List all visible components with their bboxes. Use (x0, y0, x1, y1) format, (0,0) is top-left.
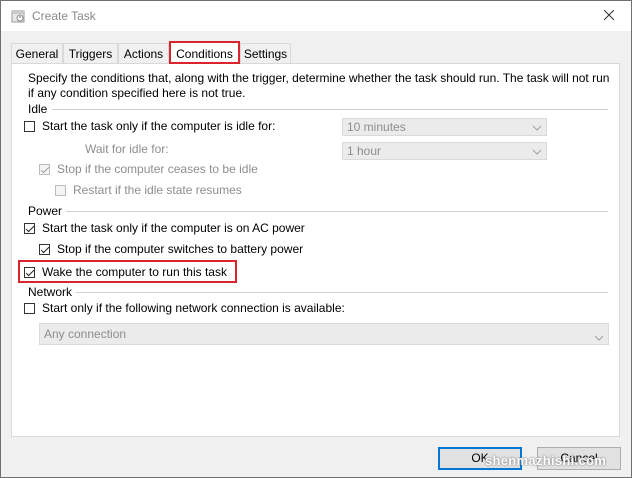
conditions-panel: Specify the conditions that, along with … (11, 63, 620, 437)
idle-group-label: Idle (28, 102, 52, 116)
tab-triggers[interactable]: Triggers (63, 43, 118, 63)
stop-on-battery-box[interactable] (39, 243, 50, 255)
network-group-label: Network (28, 285, 77, 299)
wait-for-idle-label: Wait for idle for: (85, 142, 169, 156)
tab-conditions[interactable]: Conditions (169, 41, 240, 64)
restart-if-resumes-checkbox[interactable]: Restart if the idle state resumes (55, 182, 242, 198)
start-if-network-box[interactable] (24, 302, 35, 314)
task-scheduler-icon (11, 9, 25, 23)
close-button[interactable] (587, 1, 631, 31)
chevron-down-icon (594, 329, 604, 341)
close-icon (603, 9, 615, 23)
site-watermark: shenmazhishi.com (485, 453, 607, 468)
conditions-description: Specify the conditions that, along with … (28, 71, 610, 100)
start-on-ac-box[interactable] (24, 222, 35, 234)
idle-group-divider (52, 109, 608, 110)
stop-if-ceases-label: Stop if the computer ceases to be idle (57, 162, 258, 176)
idle-duration-combo[interactable]: 10 minutes (342, 118, 547, 136)
start-if-network-checkbox[interactable]: Start only if the following network conn… (24, 300, 345, 316)
wait-duration-combo[interactable]: 1 hour (342, 142, 547, 160)
network-connection-combo[interactable]: Any connection (39, 323, 609, 345)
title-bar: Create Task (1, 1, 631, 31)
restart-if-resumes-label: Restart if the idle state resumes (73, 183, 242, 197)
wait-duration-value: 1 hour (347, 144, 382, 158)
start-if-idle-box[interactable] (24, 120, 35, 132)
start-on-ac-label: Start the task only if the computer is o… (42, 221, 305, 235)
stop-on-battery-checkbox[interactable]: Stop if the computer switches to battery… (39, 241, 303, 257)
chevron-down-icon (532, 145, 542, 155)
chevron-down-icon (532, 121, 542, 131)
wake-to-run-label: Wake the computer to run this task (42, 265, 227, 279)
power-group-label: Power (28, 204, 67, 218)
create-task-window: Create Task General Triggers Actions Con… (0, 0, 632, 478)
stop-if-ceases-box[interactable] (39, 163, 50, 175)
start-if-idle-label: Start the task only if the computer is i… (42, 119, 276, 133)
power-group-divider (64, 211, 608, 212)
stop-on-battery-label: Stop if the computer switches to battery… (57, 242, 304, 256)
network-connection-value: Any connection (44, 327, 127, 341)
stop-if-ceases-checkbox[interactable]: Stop if the computer ceases to be idle (39, 161, 258, 177)
wake-to-run-checkbox[interactable]: Wake the computer to run this task (24, 264, 227, 280)
network-group-divider (76, 292, 608, 293)
tab-actions[interactable]: Actions (118, 43, 169, 63)
start-if-idle-checkbox[interactable]: Start the task only if the computer is i… (24, 118, 275, 134)
wake-to-run-box[interactable] (24, 266, 35, 278)
restart-if-resumes-box[interactable] (55, 184, 66, 196)
start-on-ac-checkbox[interactable]: Start the task only if the computer is o… (24, 220, 305, 236)
idle-duration-value: 10 minutes (347, 120, 406, 134)
start-if-network-label: Start only if the following network conn… (42, 301, 345, 315)
tab-general[interactable]: General (11, 43, 63, 63)
tab-settings[interactable]: Settings (240, 43, 291, 63)
window-title: Create Task (32, 9, 96, 23)
